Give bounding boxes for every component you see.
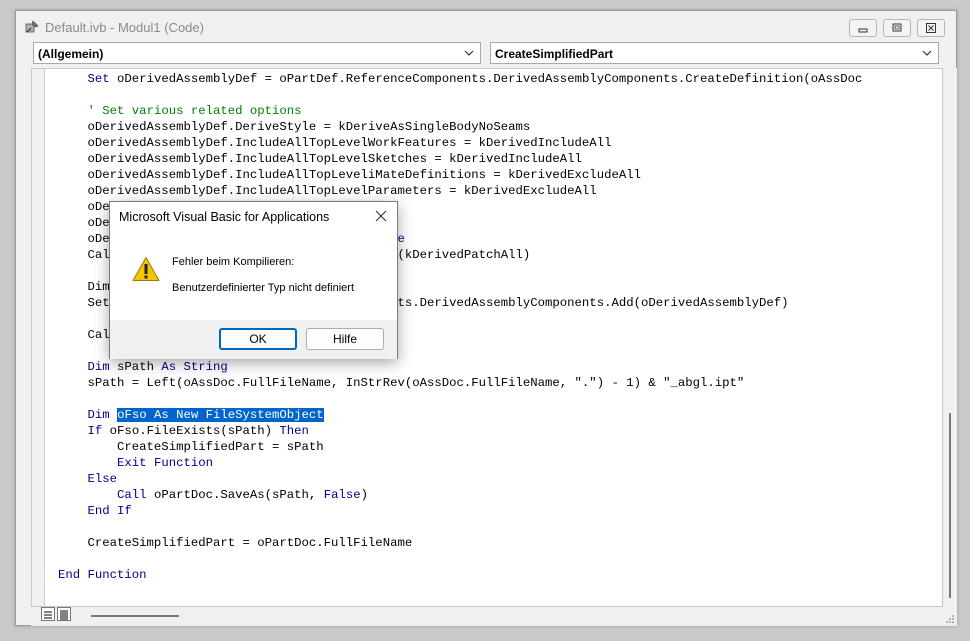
dialog-button-area: OK Hilfe — [110, 320, 397, 359]
selected-code-text: oFso As New FileSystemObject — [117, 408, 324, 422]
code-line[interactable]: oDerivedAssemblyDef.IncludeAllTopLevelWo… — [58, 135, 862, 151]
code-line[interactable]: sPath = Left(oAssDoc.FullFileName, InStr… — [58, 375, 862, 391]
code-token: oFso.FileExists(sPath) — [102, 424, 280, 438]
code-token: oDerivedAssemblyDef.IncludeAllTopLeveliM… — [58, 168, 641, 182]
procedure-dropdown[interactable]: CreateSimplifiedPart — [490, 42, 939, 64]
object-dropdown-value: (Allgemein) — [38, 47, 104, 61]
error-dialog: Microsoft Visual Basic for Applications … — [109, 201, 398, 359]
chevron-down-icon — [922, 50, 932, 56]
code-token: oDerivedAssemblyDef.IncludeAllTopLevelWo… — [58, 136, 612, 150]
horizontal-scrollbar-thumb[interactable] — [91, 615, 179, 617]
code-token: oDerivedAssemblyDef.DeriveStyle = kDeriv… — [58, 120, 531, 134]
code-line[interactable] — [58, 391, 862, 407]
code-token: Call — [117, 488, 147, 502]
code-token: oDerivedAssemblyDef.IncludeAllTopLevelSk… — [58, 152, 582, 166]
code-line[interactable]: Dim oFso As New FileSystemObject — [58, 407, 862, 423]
dialog-title-bar[interactable]: Microsoft Visual Basic for Applications — [110, 202, 397, 232]
vertical-scrollbar-thumb[interactable] — [949, 413, 951, 598]
code-token: oDerivedAssemblyDef.IncludeAllTopLevelPa… — [58, 184, 597, 198]
code-token: Set — [87, 72, 110, 86]
dialog-title: Microsoft Visual Basic for Applications — [119, 210, 330, 224]
code-line[interactable]: Dim sPath As String — [58, 359, 862, 375]
code-line[interactable] — [58, 87, 862, 103]
warning-icon — [132, 257, 160, 281]
vba-module-icon — [25, 20, 39, 33]
code-token: False — [323, 488, 361, 502]
object-dropdown[interactable]: (Allgemein) — [33, 42, 481, 64]
code-token: oDerivedAssemblyDef = oPartDef.Reference… — [109, 72, 863, 86]
code-token: ) — [360, 488, 368, 502]
code-token: ' Set various related options — [87, 104, 302, 118]
indicator-margin[interactable] — [32, 69, 45, 606]
ok-button[interactable]: OK — [219, 328, 297, 350]
resize-grip-icon[interactable] — [945, 614, 955, 624]
code-token: CreateSimplifiedPart = oPartDoc.FullFile… — [58, 536, 413, 550]
code-line[interactable]: ' Set various related options — [58, 103, 862, 119]
code-line[interactable]: oDerivedAssemblyDef.DeriveStyle = kDeriv… — [58, 119, 862, 135]
close-icon — [926, 23, 936, 33]
code-token: Exit Function — [117, 456, 213, 470]
chevron-down-icon — [464, 50, 474, 56]
code-line[interactable]: Set oDerivedAssemblyDef = oPartDef.Refer… — [58, 71, 863, 87]
close-button[interactable] — [917, 19, 945, 37]
help-button[interactable]: Hilfe — [306, 328, 384, 350]
dialog-close-icon[interactable] — [375, 210, 387, 222]
error-message-heading: Fehler beim Kompilieren: — [172, 256, 295, 268]
code-token: sPath = Left(oAssDoc.FullFileName, InStr… — [58, 376, 745, 390]
code-line[interactable] — [58, 551, 862, 567]
code-token: As — [161, 360, 177, 374]
code-token: CreateSimplifiedPart = sPath — [58, 440, 324, 454]
vertical-scrollbar[interactable] — [943, 68, 957, 607]
code-line[interactable]: End Function — [58, 567, 862, 583]
minimize-icon — [858, 28, 868, 33]
minimize-button[interactable] — [849, 19, 877, 37]
code-line[interactable]: CreateSimplifiedPart = sPath — [58, 439, 862, 455]
title-bar[interactable]: Default.ivb - Modul1 (Code) — [16, 11, 956, 41]
code-line[interactable]: oDerivedAssemblyDef.IncludeAllTopLeveliM… — [58, 167, 862, 183]
code-line[interactable] — [58, 519, 862, 535]
code-token: sPath — [109, 360, 162, 374]
code-token: Then — [279, 424, 309, 438]
procedure-view-button[interactable] — [41, 607, 55, 621]
procedure-view-icon — [44, 611, 52, 619]
procedure-dropdown-value: CreateSimplifiedPart — [495, 47, 614, 61]
code-line[interactable]: Call oPartDoc.SaveAs(sPath, False) — [58, 487, 862, 503]
code-line[interactable]: Exit Function — [58, 455, 862, 471]
restore-icon — [892, 23, 902, 32]
restore-button[interactable] — [883, 19, 911, 37]
dialog-body: Fehler beim Kompilieren: Benutzerdefinie… — [110, 232, 397, 320]
code-line[interactable]: End If — [58, 503, 862, 519]
code-line[interactable]: oDerivedAssemblyDef.IncludeAllTopLevelSk… — [58, 151, 862, 167]
code-token: End Function — [58, 568, 147, 582]
code-token: Else — [87, 472, 118, 486]
full-module-view-icon — [60, 610, 68, 620]
code-token: Cal — [58, 328, 110, 342]
code-token: End If — [87, 504, 132, 518]
code-token: oPartDoc.SaveAs(sPath, — [146, 488, 324, 502]
code-line[interactable]: oDerivedAssemblyDef.IncludeAllTopLevelPa… — [58, 183, 862, 199]
code-token: Dim — [87, 360, 110, 374]
code-token: String — [183, 360, 228, 374]
code-line[interactable]: Else — [58, 471, 862, 487]
code-line[interactable]: If oFso.FileExists(sPath) Then — [58, 423, 862, 439]
code-token: If — [87, 424, 103, 438]
full-module-view-button[interactable] — [57, 607, 71, 621]
code-line[interactable]: CreateSimplifiedPart = oPartDoc.FullFile… — [58, 535, 862, 551]
error-message-detail: Benutzerdefinierter Typ nicht definiert — [172, 282, 355, 294]
bottom-bar — [31, 607, 957, 626]
window-title: Default.ivb - Modul1 (Code) — [45, 20, 204, 35]
code-token: Dim — [87, 408, 110, 422]
